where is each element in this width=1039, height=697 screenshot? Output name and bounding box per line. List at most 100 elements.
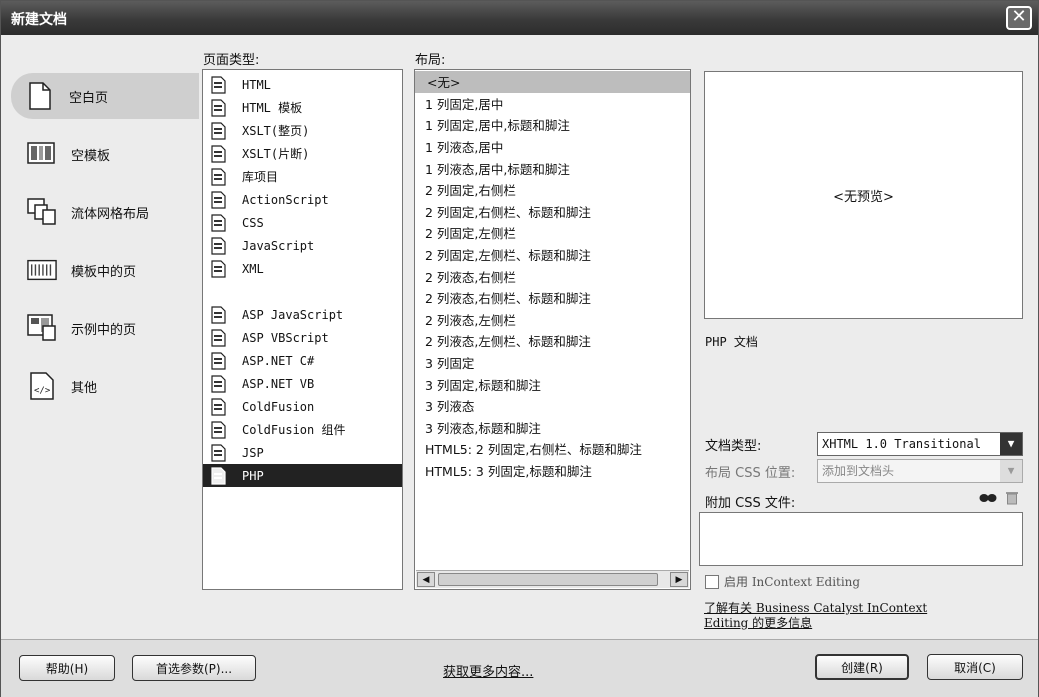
preview-panel: <无预览>	[704, 71, 1023, 319]
doc-type-select[interactable]: XHTML 1.0 Transitional ▼	[817, 432, 1023, 456]
close-button[interactable]: ✕	[1006, 6, 1032, 30]
page-type-item[interactable]: ASP VBScript	[203, 326, 402, 349]
page-type-item[interactable]: PHP	[203, 464, 402, 487]
help-button[interactable]: 帮助(H)	[19, 655, 115, 681]
layout-css-select[interactable]: 添加到文档头 ▼	[817, 459, 1023, 483]
layout-horizontal-scrollbar[interactable]: ◀ ▶	[416, 570, 689, 588]
page-type-label: XSLT(片断)	[242, 147, 310, 161]
page-type-label: ColdFusion	[242, 399, 315, 414]
incontext-checkbox[interactable]	[705, 574, 719, 589]
layout-item[interactable]: 1 列液态,居中,标题和脚注	[415, 157, 690, 179]
category-blank-template[interactable]: 空模板	[13, 131, 198, 177]
page-type-item[interactable]: JSP	[203, 441, 402, 464]
layout-item[interactable]: 3 列液态,标题和脚注	[415, 417, 690, 439]
file-icon	[210, 190, 228, 209]
file-icon	[210, 420, 228, 439]
scroll-left-arrow-icon[interactable]: ◀	[417, 572, 435, 587]
layout-item[interactable]: 1 列液态,居中	[415, 136, 690, 158]
attached-css-list[interactable]	[699, 512, 1023, 566]
layout-item[interactable]: 2 列固定,左侧栏	[415, 222, 690, 244]
layout-item[interactable]: 1 列固定,居中	[415, 93, 690, 115]
page-type-item[interactable]: ASP JavaScript	[203, 303, 402, 326]
chevron-down-icon: ▼	[1000, 460, 1022, 482]
page-type-label: XML	[242, 261, 264, 276]
layout-item[interactable]: 2 列液态,左侧栏、标题和脚注	[415, 330, 690, 352]
file-icon	[210, 374, 228, 393]
new-document-dialog: 新建文档 ✕ 空白页 空模板 流体网格布局 模板中的页 示例中的页 </> 其他…	[0, 0, 1039, 697]
page-type-item[interactable]: XML	[203, 257, 402, 280]
layout-list[interactable]: <无> 1 列固定,居中 1 列固定,居中,标题和脚注 1 列液态,居中 1 列液态,居…	[414, 69, 691, 590]
layout-item[interactable]: HTML5: 2 列固定,右侧栏、标题和脚注	[415, 438, 690, 460]
link-css-icon[interactable]	[979, 492, 997, 508]
page-type-item[interactable]: ASP.NET VB	[203, 372, 402, 395]
scroll-right-arrow-icon[interactable]: ▶	[670, 572, 688, 587]
incontext-option[interactable]: 启用 InContext Editing	[705, 573, 860, 590]
page-type-item[interactable]: 库项目	[203, 165, 402, 188]
layout-item[interactable]: 2 列固定,左侧栏、标题和脚注	[415, 244, 690, 266]
chevron-down-icon: ▼	[1000, 433, 1022, 455]
title-bar: 新建文档 ✕	[1, 1, 1038, 35]
category-label: 空白页	[69, 90, 109, 106]
scroll-thumb[interactable]	[438, 573, 658, 586]
page-type-label: HTML	[242, 77, 271, 92]
page-type-item[interactable]: HTML	[203, 73, 402, 96]
category-page-from-sample[interactable]: 示例中的页	[13, 305, 198, 351]
other-icon: </>	[27, 371, 57, 401]
category-page-from-template[interactable]: 模板中的页	[13, 247, 198, 293]
layout-item[interactable]: 3 列液态	[415, 395, 690, 417]
attach-css-label: 附加 CSS 文件:	[705, 496, 796, 511]
page-type-item[interactable]: XSLT(片断)	[203, 142, 402, 165]
file-icon	[210, 167, 228, 186]
category-label: 示例中的页	[71, 322, 137, 338]
layout-item[interactable]: 2 列液态,右侧栏	[415, 265, 690, 287]
layout-item[interactable]: 3 列固定	[415, 352, 690, 374]
layout-item[interactable]: <无>	[415, 71, 690, 93]
page-type-item[interactable]: HTML 模板	[203, 96, 402, 119]
layout-item[interactable]: 2 列液态,右侧栏、标题和脚注	[415, 287, 690, 309]
layout-item[interactable]: 2 列固定,右侧栏	[415, 179, 690, 201]
page-from-sample-icon	[27, 313, 57, 343]
category-blank-page[interactable]: 空白页	[11, 73, 199, 119]
page-type-item	[203, 280, 402, 303]
layout-item[interactable]: 1 列固定,居中,标题和脚注	[415, 114, 690, 136]
file-icon	[210, 351, 228, 370]
page-type-item[interactable]: ActionScript	[203, 188, 402, 211]
layout-item[interactable]: 3 列固定,标题和脚注	[415, 373, 690, 395]
category-label: 其他	[71, 380, 98, 396]
page-type-label: CSS	[242, 215, 264, 230]
fluid-grid-icon	[27, 197, 57, 227]
page-type-item[interactable]: JavaScript	[203, 234, 402, 257]
layout-item[interactable]: 2 列液态,左侧栏	[415, 309, 690, 331]
page-type-label: XSLT(整页)	[242, 124, 310, 138]
layout-item[interactable]: HTML5: 3 列固定,标题和脚注	[415, 460, 690, 482]
cancel-button[interactable]: 取消(C)	[927, 654, 1023, 680]
preview-description: PHP 文档	[705, 335, 758, 349]
window-title: 新建文档	[11, 12, 67, 28]
file-icon	[210, 466, 228, 485]
learn-more-link[interactable]: 了解有关 Business Catalyst InContext Editing…	[704, 601, 927, 631]
page-type-list[interactable]: HTML HTML 模板 XSLT(整页) XSLT(片断) 库项目 ActionScri…	[202, 69, 403, 590]
trash-icon[interactable]	[1005, 490, 1019, 509]
layout-item[interactable]: 2 列固定,右侧栏、标题和脚注	[415, 201, 690, 223]
learn-more-line-2[interactable]: Editing 的更多信息	[704, 616, 812, 630]
category-other[interactable]: </> 其他	[13, 363, 198, 409]
page-type-label: 页面类型:	[203, 53, 260, 68]
doc-type-label: 文档类型:	[705, 439, 762, 454]
category-fluid-grid[interactable]: 流体网格布局	[13, 189, 198, 235]
preferences-button[interactable]: 首选参数(P)...	[132, 655, 256, 681]
page-type-item[interactable]: ColdFusion 组件	[203, 418, 402, 441]
page-type-label: PHP	[242, 468, 264, 483]
doc-type-value: XHTML 1.0 Transitional	[822, 437, 981, 451]
file-icon	[210, 328, 228, 347]
page-type-label: HTML 模板	[242, 101, 303, 115]
page-type-item[interactable]: XSLT(整页)	[203, 119, 402, 142]
get-more-content-link[interactable]: 获取更多内容...	[443, 661, 533, 680]
learn-more-line-1[interactable]: 了解有关 Business Catalyst InContext	[704, 601, 927, 615]
close-icon: ✕	[1011, 6, 1027, 27]
page-type-item[interactable]: CSS	[203, 211, 402, 234]
file-icon	[210, 305, 228, 324]
page-type-item[interactable]: ColdFusion	[203, 395, 402, 418]
page-type-item[interactable]: ASP.NET C#	[203, 349, 402, 372]
create-button[interactable]: 创建(R)	[815, 654, 909, 680]
page-type-label: ASP VBScript	[242, 330, 329, 345]
